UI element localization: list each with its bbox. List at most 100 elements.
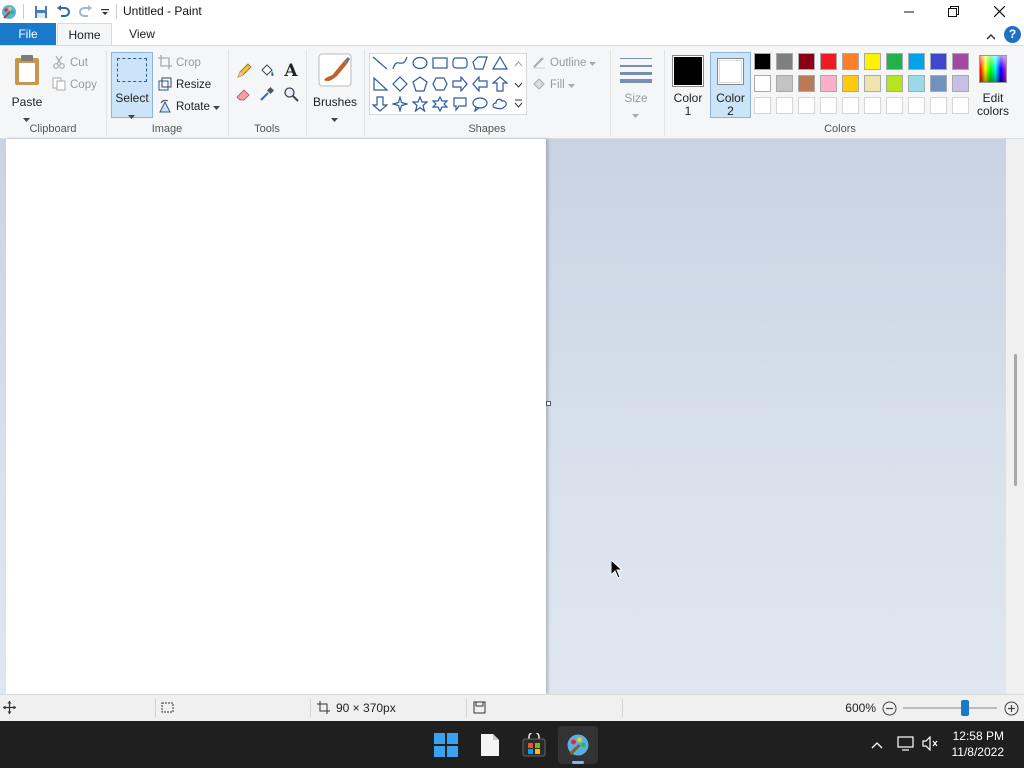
brushes-button[interactable]: Brushes <box>311 50 359 122</box>
polygon-shape-icon[interactable] <box>471 54 489 72</box>
paste-button[interactable]: Paste <box>6 50 48 122</box>
cut-button[interactable]: Cut <box>52 53 88 73</box>
rotate-button[interactable]: Rotate <box>158 97 220 117</box>
pentagon-shape-icon[interactable] <box>411 75 429 93</box>
palette-empty-swatch[interactable] <box>842 97 859 114</box>
paint-app-icon[interactable] <box>0 3 18 20</box>
canvas-workspace[interactable] <box>0 139 1006 694</box>
palette-swatch[interactable] <box>864 53 881 70</box>
palette-swatch[interactable] <box>908 53 925 70</box>
shapes-scroll-up-icon[interactable] <box>514 56 523 70</box>
undo-icon[interactable] <box>54 3 72 20</box>
oval-callout-shape-icon[interactable] <box>471 95 489 113</box>
save-icon[interactable] <box>32 3 50 20</box>
redo-icon[interactable] <box>76 3 94 20</box>
crop-button[interactable]: Crop <box>158 53 201 73</box>
palette-swatch[interactable] <box>952 75 969 92</box>
restore-button[interactable] <box>930 0 976 23</box>
tab-home[interactable]: Home <box>57 23 112 46</box>
file-explorer-icon[interactable] <box>470 726 510 764</box>
tab-file[interactable]: File <box>0 23 56 46</box>
palette-swatch[interactable] <box>930 75 947 92</box>
shapes-expand-icon[interactable] <box>514 98 523 112</box>
help-icon[interactable]: ? <box>1004 26 1021 43</box>
palette-empty-swatch[interactable] <box>930 97 947 114</box>
canvas-resize-handle[interactable] <box>546 401 551 406</box>
cloud-callout-shape-icon[interactable] <box>491 95 509 113</box>
fill-button[interactable]: Fill <box>532 75 575 95</box>
oval-shape-icon[interactable] <box>411 54 429 72</box>
zoom-slider-track[interactable] <box>903 707 997 709</box>
palette-swatch[interactable] <box>798 75 815 92</box>
tray-date[interactable]: 11/8/2022 <box>934 745 1005 759</box>
size-button[interactable]: Size <box>614 50 658 120</box>
text-icon[interactable]: A <box>281 61 301 81</box>
palette-swatch[interactable] <box>886 53 903 70</box>
palette-empty-swatch[interactable] <box>754 97 771 114</box>
close-button[interactable] <box>976 0 1022 23</box>
palette-swatch[interactable] <box>930 53 947 70</box>
palette-empty-swatch[interactable] <box>776 97 793 114</box>
shapes-scroll-down-icon[interactable] <box>514 77 523 91</box>
palette-swatch[interactable] <box>754 75 771 92</box>
five-point-star-shape-icon[interactable] <box>411 95 429 113</box>
palette-empty-swatch[interactable] <box>864 97 881 114</box>
resize-button[interactable]: Resize <box>158 75 211 95</box>
line-shape-icon[interactable] <box>371 54 389 72</box>
customize-qat-icon[interactable] <box>96 3 114 20</box>
palette-swatch[interactable] <box>886 75 903 92</box>
eraser-icon[interactable] <box>234 84 254 104</box>
paint-taskbar-icon[interactable] <box>558 726 598 764</box>
palette-swatch[interactable] <box>754 53 771 70</box>
triangle-shape-icon[interactable] <box>491 54 509 72</box>
store-icon[interactable] <box>514 726 554 764</box>
tray-chevron-icon[interactable] <box>871 738 883 752</box>
palette-swatch[interactable] <box>952 53 969 70</box>
vertical-scrollbar[interactable] <box>1006 139 1024 694</box>
zoom-in-icon[interactable] <box>1004 701 1019 719</box>
curve-shape-icon[interactable] <box>391 54 409 72</box>
palette-empty-swatch[interactable] <box>820 97 837 114</box>
rectangle-shape-icon[interactable] <box>431 54 449 72</box>
palette-empty-swatch[interactable] <box>886 97 903 114</box>
magnifier-icon[interactable] <box>281 84 301 104</box>
palette-empty-swatch[interactable] <box>798 97 815 114</box>
collapse-ribbon-icon[interactable] <box>986 30 996 44</box>
rounded-callout-shape-icon[interactable] <box>451 95 469 113</box>
rounded-rectangle-shape-icon[interactable] <box>451 54 469 72</box>
palette-swatch[interactable] <box>776 53 793 70</box>
drawing-canvas[interactable] <box>6 139 546 694</box>
pencil-icon[interactable] <box>234 61 254 81</box>
right-triangle-shape-icon[interactable] <box>371 75 389 93</box>
four-point-star-shape-icon[interactable] <box>391 95 409 113</box>
color1-button[interactable]: Color 1 <box>668 52 708 118</box>
zoom-slider-thumb[interactable] <box>961 700 970 716</box>
right-arrow-shape-icon[interactable] <box>451 75 469 93</box>
palette-swatch[interactable] <box>820 75 837 92</box>
diamond-shape-icon[interactable] <box>391 75 409 93</box>
six-point-star-shape-icon[interactable] <box>431 95 449 113</box>
edit-colors-button[interactable]: Edit colors <box>974 52 1012 120</box>
up-arrow-shape-icon[interactable] <box>491 75 509 93</box>
left-arrow-shape-icon[interactable] <box>471 75 489 93</box>
palette-swatch[interactable] <box>842 53 859 70</box>
select-button[interactable]: Select <box>111 52 153 119</box>
color-picker-icon[interactable] <box>257 84 277 104</box>
start-icon[interactable] <box>426 726 466 764</box>
color2-button[interactable]: Color 2 <box>710 52 751 118</box>
palette-swatch[interactable] <box>842 75 859 92</box>
down-arrow-shape-icon[interactable] <box>371 95 389 113</box>
tray-time[interactable]: 12:58 PM <box>934 729 1004 743</box>
hexagon-shape-icon[interactable] <box>431 75 449 93</box>
palette-swatch[interactable] <box>776 75 793 92</box>
copy-button[interactable]: Copy <box>52 75 97 95</box>
zoom-out-icon[interactable] <box>882 701 897 719</box>
outline-button[interactable]: Outline <box>532 53 597 73</box>
vertical-scrollbar-thumb[interactable] <box>1014 354 1017 486</box>
palette-swatch[interactable] <box>864 75 881 92</box>
palette-empty-swatch[interactable] <box>952 97 969 114</box>
tab-view[interactable]: View <box>116 23 168 46</box>
fill-bucket-icon[interactable] <box>257 61 277 81</box>
palette-swatch[interactable] <box>798 53 815 70</box>
network-icon[interactable] <box>897 736 914 754</box>
